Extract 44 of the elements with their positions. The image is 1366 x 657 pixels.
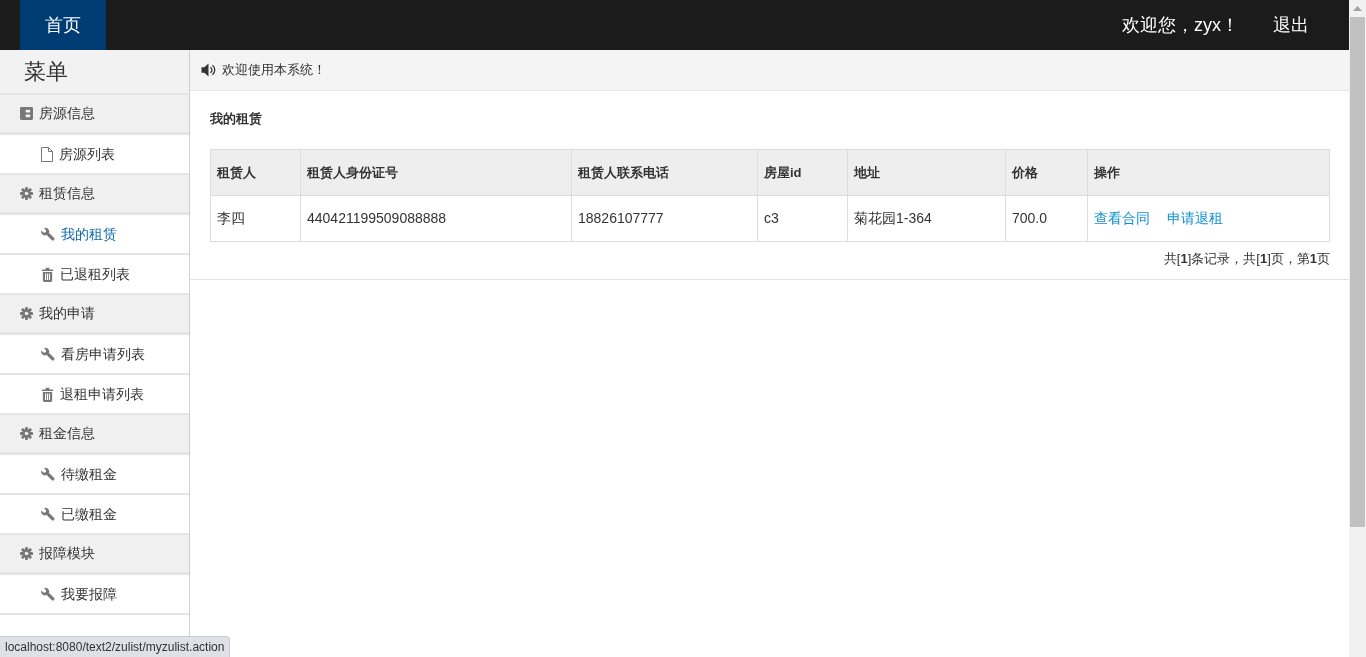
sidebar-group-header[interactable]: 报障模块 <box>0 535 189 575</box>
scroll-up-icon[interactable] <box>1353 6 1362 11</box>
table-cell: 18826107777 <box>571 195 758 242</box>
sidebar-group-header[interactable]: 租赁信息 <box>0 175 189 215</box>
wrench-icon <box>41 227 55 241</box>
nav-tab[interactable]: 首页 <box>20 0 106 50</box>
wrench-icon <box>41 467 55 481</box>
document-icon <box>41 146 53 162</box>
column-header: 租赁人联系电话 <box>571 149 758 196</box>
gear-icon <box>20 307 33 320</box>
wrench-icon <box>41 347 55 361</box>
notice-text: 欢迎使用本系统！ <box>222 61 326 80</box>
wrench-icon <box>41 507 55 521</box>
table-cell: 440421199509088888 <box>300 195 572 242</box>
column-header: 地址 <box>847 149 1006 196</box>
column-header: 房屋id <box>757 149 848 196</box>
wrench-icon <box>41 587 55 601</box>
column-header: 操作 <box>1087 149 1330 196</box>
speaker-icon <box>201 63 216 77</box>
gear-icon <box>20 547 33 560</box>
sidebar-group-header[interactable]: 房源信息 <box>0 95 189 135</box>
column-header: 租赁人身份证号 <box>300 149 572 196</box>
gear-icon <box>20 187 33 200</box>
pagination-text: 共[1]条记录，共[1]页，第1页 <box>1163 250 1330 268</box>
square-icon <box>20 107 33 120</box>
table-cell: 李四 <box>210 195 301 242</box>
trash-icon <box>41 386 54 402</box>
table-cell: c3 <box>757 195 848 242</box>
trash-icon <box>41 266 54 282</box>
gear-icon <box>20 427 33 440</box>
sidebar-group-header[interactable]: 租金信息 <box>0 415 189 455</box>
sidebar-group-header[interactable]: 我的申请 <box>0 295 189 335</box>
greeting-text: 欢迎您，zyx！ <box>1122 13 1239 37</box>
column-header: 租赁人 <box>210 149 301 196</box>
table-cell: 菊花园1-364 <box>847 195 1006 242</box>
menu-title: 菜单 <box>24 58 68 86</box>
logout-link[interactable]: 退出 <box>1273 11 1309 39</box>
action-link[interactable]: 查看合同 <box>1094 208 1150 229</box>
action-link[interactable]: 申请退租 <box>1167 208 1223 229</box>
status-url-text: localhost:8080/text2/zulist/myzulist.action <box>5 639 225 656</box>
column-header: 价格 <box>1005 149 1088 196</box>
scrollbar-thumb[interactable] <box>1350 17 1365 527</box>
table-cell: 700.0 <box>1005 195 1088 242</box>
panel-title: 我的租赁 <box>210 111 262 126</box>
